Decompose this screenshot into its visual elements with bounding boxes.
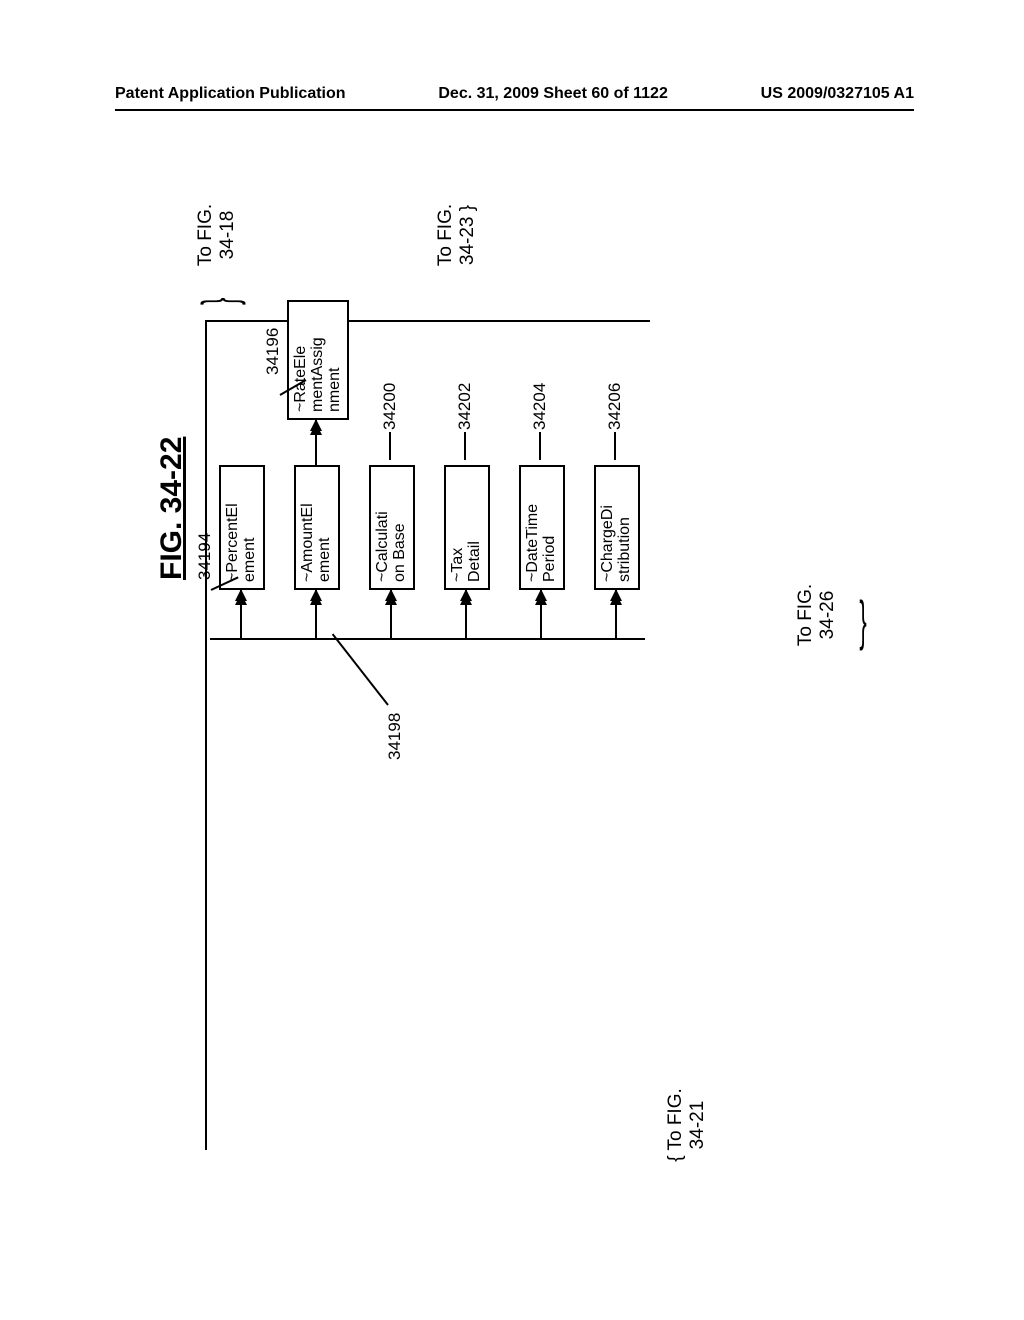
node-tax-label: ~Tax Detail: [449, 541, 483, 582]
ref-34194: 34194: [195, 533, 215, 580]
ref-34206: 34206: [605, 383, 625, 430]
node-tax-detail: ~Tax Detail: [444, 465, 490, 590]
figure-area: FIG. 34-22 ~PercentEl ement 34194 ~Amoun…: [115, 150, 914, 1260]
lead-34202: [464, 432, 466, 460]
header-publication: Patent Application Publication: [115, 85, 346, 103]
node-charge-label: ~ChargeDi stribution: [599, 505, 633, 582]
node-rate-assignment: ~RateEle mentAssig nment: [287, 300, 349, 420]
node-amount-label: ~AmountEl ement: [299, 503, 333, 582]
lead-34200: [389, 432, 391, 460]
brace-18: }: [191, 298, 248, 305]
arrow-to-percent: [240, 590, 242, 638]
arrow-to-charge: [615, 590, 617, 638]
node-charge-distribution: ~ChargeDi stribution: [594, 465, 640, 590]
node-percent-label: ~PercentEl ement: [224, 503, 258, 582]
lead-34204: [539, 432, 541, 460]
node-datetime-period: ~DateTime Period: [519, 465, 565, 590]
vertical-trunk: [210, 638, 645, 640]
arrow-to-rate: [315, 420, 317, 465]
node-amount-element: ~AmountEl ement: [294, 465, 340, 590]
link-to-fig-34-18: To FIG. 34-18: [195, 180, 239, 290]
ref-34202: 34202: [455, 383, 475, 430]
node-percent-element: ~PercentEl ement: [219, 465, 265, 590]
ref-34204: 34204: [530, 383, 550, 430]
panel-border: [205, 320, 650, 1150]
rotated-diagram: FIG. 34-22 ~PercentEl ement 34194 ~Amoun…: [155, 250, 875, 1150]
node-datetime-label: ~DateTime Period: [524, 504, 558, 582]
link-to-fig-34-21: { To FIG. 34-21: [665, 1070, 709, 1180]
brace-26: }: [859, 589, 866, 654]
link-to-fig-34-23: To FIG. 34-23 }: [435, 180, 479, 290]
lead-34206: [614, 432, 616, 460]
arrow-to-datetime: [540, 590, 542, 638]
header-pubno: US 2009/0327105 A1: [761, 85, 914, 103]
node-rate-label: ~RateEle mentAssig nment: [292, 337, 343, 412]
page-header: Patent Application Publication Dec. 31, …: [115, 85, 914, 111]
node-calculation-base: ~Calculati on Base: [369, 465, 415, 590]
header-date-sheet: Dec. 31, 2009 Sheet 60 of 1122: [438, 85, 667, 103]
link-to-fig-34-26: To FIG. 34-26: [795, 560, 839, 670]
node-calc-label: ~Calculati on Base: [374, 511, 408, 582]
ref-34196: 34196: [263, 328, 283, 375]
ref-34200: 34200: [380, 383, 400, 430]
arrow-to-tax: [465, 590, 467, 638]
ref-34198: 34198: [385, 713, 405, 760]
arrow-to-amount: [315, 590, 317, 638]
figure-title: FIG. 34-22: [155, 437, 189, 580]
arrow-to-calc: [390, 590, 392, 638]
